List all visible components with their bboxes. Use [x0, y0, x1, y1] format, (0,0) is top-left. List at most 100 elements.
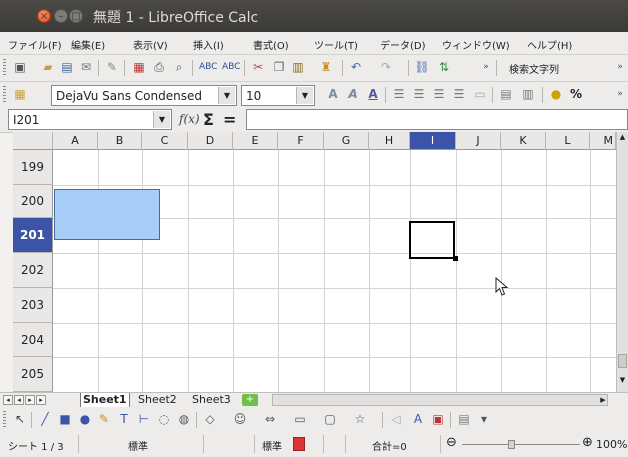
horizontal-scrollbar[interactable]: [272, 394, 608, 406]
toolbar-overflow-icon[interactable]: »: [478, 59, 494, 75]
row-header-199[interactable]: 199: [13, 150, 53, 185]
zoom-out-icon[interactable]: ⊖: [446, 435, 457, 450]
name-box[interactable]: I201 ▼: [8, 109, 172, 130]
spreadsheet-grid[interactable]: A B C D E F G H I J K L M 199 200 201 20…: [13, 132, 616, 392]
line-icon[interactable]: ╱: [37, 411, 53, 427]
symbol-shapes-icon[interactable]: ☺: [232, 411, 248, 427]
sheet-tab-sheet2[interactable]: Sheet2: [136, 393, 179, 407]
previous-sheet-icon[interactable]: ◂: [14, 395, 24, 405]
wrap-text-icon[interactable]: ▤: [498, 86, 514, 102]
rectangle-icon[interactable]: ■: [57, 411, 73, 427]
row-header-204[interactable]: 204: [13, 323, 53, 357]
edit-file-icon[interactable]: ✎: [104, 59, 120, 75]
column-header-g[interactable]: G: [324, 132, 369, 150]
export-pdf-icon[interactable]: ▦: [131, 59, 147, 75]
chevron-down-icon[interactable]: ▼: [153, 111, 170, 128]
row-header-201[interactable]: 201: [13, 218, 53, 253]
text-icon[interactable]: T: [116, 411, 132, 427]
column-header-e[interactable]: E: [233, 132, 278, 150]
zoom-slider-thumb[interactable]: [508, 440, 515, 449]
zoom-in-icon[interactable]: ⊕: [582, 435, 593, 450]
highlighted-cell-range[interactable]: [54, 189, 160, 240]
format-overflow-icon[interactable]: »: [612, 86, 628, 102]
zoom-level[interactable]: 100%: [596, 438, 627, 451]
font-size-select[interactable]: 10 ▼: [241, 85, 315, 106]
first-sheet-icon[interactable]: ◂: [3, 395, 13, 405]
freeform-icon[interactable]: ✎: [96, 411, 112, 427]
vertical-text-icon[interactable]: ⊢: [136, 411, 152, 427]
basic-shapes-icon[interactable]: ◇: [202, 411, 218, 427]
scroll-down-icon[interactable]: ▼: [618, 376, 627, 386]
menu-help[interactable]: ヘルプ(H): [527, 37, 572, 52]
column-header-l[interactable]: L: [546, 132, 590, 150]
plus-icon[interactable]: +: [242, 394, 258, 406]
chevron-down-icon[interactable]: ▼: [218, 87, 235, 104]
sheet-tab-sheet1[interactable]: Sheet1: [80, 393, 130, 407]
function-icon[interactable]: =: [223, 110, 236, 129]
copy-icon[interactable]: ❐: [271, 59, 287, 75]
new-document-icon[interactable]: ▣: [12, 59, 28, 75]
italic-icon[interactable]: A: [345, 86, 361, 102]
scroll-thumb[interactable]: [618, 354, 627, 368]
function-wizard-icon[interactable]: f(x): [179, 112, 200, 126]
page-style[interactable]: 標準: [128, 438, 148, 453]
styles-icon[interactable]: ▦: [12, 86, 28, 102]
points-edit-icon[interactable]: ◁: [388, 411, 404, 427]
chevron-down-icon[interactable]: ▼: [296, 87, 313, 104]
align-left-icon[interactable]: ☰: [391, 86, 407, 102]
redo-icon[interactable]: ↷: [378, 59, 394, 75]
extrusion-icon[interactable]: ▤: [456, 411, 472, 427]
column-header-h[interactable]: H: [369, 132, 410, 150]
column-header-d[interactable]: D: [188, 132, 233, 150]
menu-view[interactable]: 表示(V): [133, 37, 168, 52]
column-header-i[interactable]: I: [410, 132, 456, 150]
flowchart-icon[interactable]: ▭: [292, 411, 308, 427]
save-icon[interactable]: ▤: [59, 59, 75, 75]
row-header-200[interactable]: 200: [13, 185, 53, 218]
column-header-b[interactable]: B: [98, 132, 142, 150]
font-name-select[interactable]: DejaVu Sans Condensed ▼: [51, 85, 237, 106]
callouts-icon[interactable]: ▢: [322, 411, 338, 427]
maximize-icon[interactable]: □: [69, 9, 83, 23]
menu-file[interactable]: ファイル(F): [8, 37, 62, 52]
row-header-202[interactable]: 202: [13, 253, 53, 288]
formula-input[interactable]: [246, 109, 628, 130]
last-sheet-icon[interactable]: ▸: [36, 395, 46, 405]
document-modified-icon[interactable]: [293, 437, 305, 451]
row-header-205[interactable]: 205: [13, 357, 53, 392]
column-header-f[interactable]: F: [278, 132, 324, 150]
sum-icon[interactable]: Σ: [203, 110, 214, 129]
column-header-c[interactable]: C: [142, 132, 188, 150]
find-overflow-icon[interactable]: »: [612, 59, 628, 75]
autospellcheck-icon[interactable]: ABC: [222, 59, 240, 75]
paste-icon[interactable]: ▥: [290, 59, 306, 75]
menu-window[interactable]: ウィンドウ(W): [442, 37, 510, 52]
menu-insert[interactable]: 挿入(I): [193, 37, 224, 52]
scroll-up-icon[interactable]: ▲: [618, 133, 627, 143]
insert-mode[interactable]: 標準: [262, 438, 282, 453]
points-icon[interactable]: ◍: [176, 411, 192, 427]
undo-icon[interactable]: ↶: [348, 59, 364, 75]
select-pointer-icon[interactable]: ↖: [12, 411, 28, 427]
print-preview-icon[interactable]: ⌕: [171, 59, 187, 75]
callout-icon[interactable]: ◌: [156, 411, 172, 427]
hyperlink-icon[interactable]: ⛓: [414, 59, 430, 75]
merge-cells-icon[interactable]: ▭: [472, 86, 488, 102]
percent-icon[interactable]: %: [568, 86, 584, 102]
vertical-scrollbar[interactable]: ▲ ▼: [616, 132, 628, 392]
column-header-j[interactable]: J: [456, 132, 501, 150]
draw-overflow-icon[interactable]: ▾: [476, 411, 492, 427]
scroll-right-icon[interactable]: ▶: [598, 394, 608, 406]
clone-formatting-icon[interactable]: ♜: [318, 59, 334, 75]
bold-icon[interactable]: A: [325, 86, 341, 102]
justify-icon[interactable]: ☰: [451, 86, 467, 102]
zoom-slider[interactable]: [462, 444, 580, 445]
menu-format[interactable]: 書式(O): [253, 37, 289, 52]
column-header-k[interactable]: K: [501, 132, 546, 150]
sheet-tab-sheet3[interactable]: Sheet3: [190, 393, 233, 407]
email-icon[interactable]: ✉: [78, 59, 94, 75]
from-file-icon[interactable]: ▣: [430, 411, 446, 427]
toolbar-grip[interactable]: [3, 59, 6, 77]
ellipse-icon[interactable]: ●: [77, 411, 93, 427]
currency-icon[interactable]: ●: [548, 86, 564, 102]
